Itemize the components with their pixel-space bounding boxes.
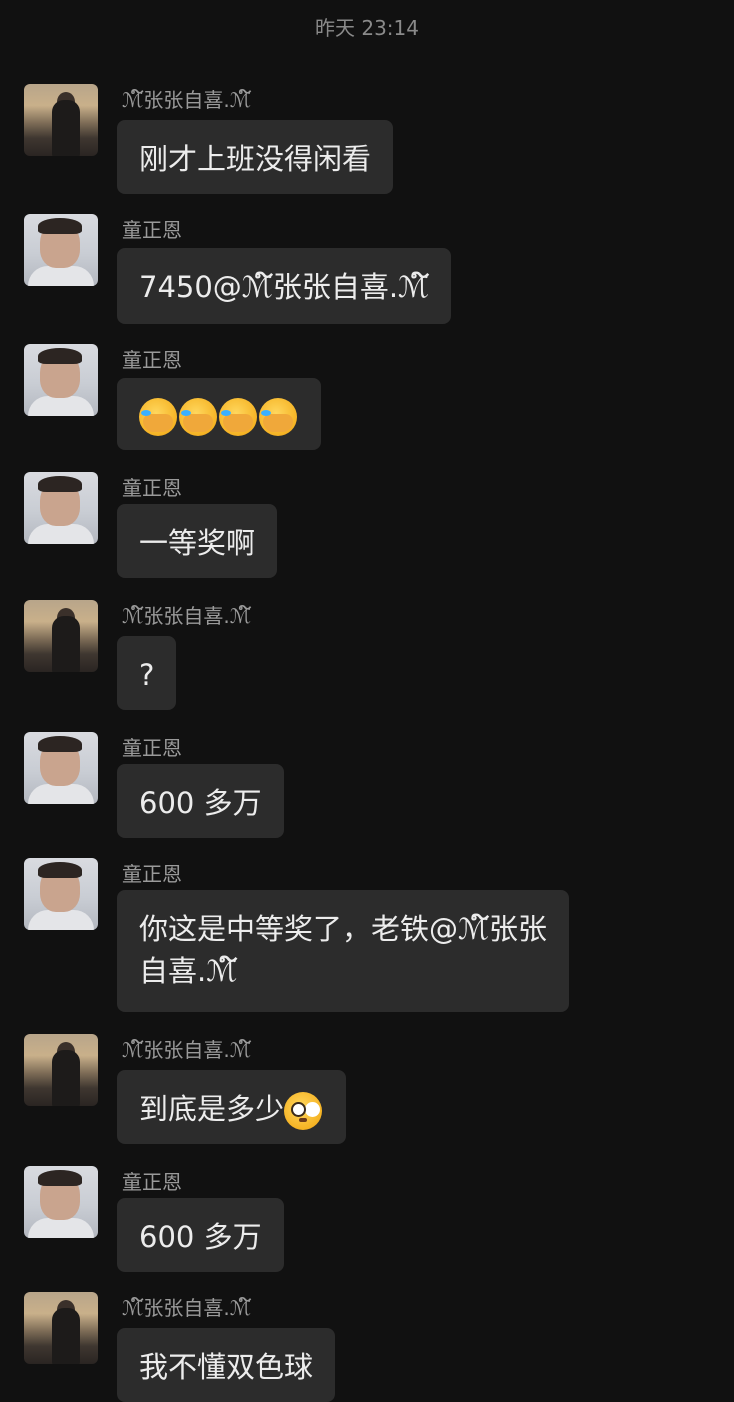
facepalm-emoji (179, 398, 217, 436)
message-text: 600 多万 (139, 786, 262, 820)
avatar[interactable] (24, 344, 98, 416)
avatar[interactable] (24, 1166, 98, 1238)
sender-name: ℳ໌张张自喜.ℳ໌ (122, 1296, 252, 1320)
facepalm-emoji (259, 398, 297, 436)
message-text-line2: 自喜.ℳ໌ (139, 954, 238, 988)
message-bubble[interactable] (117, 378, 321, 450)
avatar[interactable] (24, 472, 98, 544)
avatar[interactable] (24, 600, 98, 672)
timestamp: 昨天 23:14 (315, 16, 419, 40)
message-text: ? (139, 658, 155, 692)
message-bubble[interactable]: 600 多万 (117, 764, 284, 838)
sender-name: 童正恩 (122, 348, 182, 372)
sender-name: ℳ໌张张自喜.ℳ໌ (122, 604, 252, 628)
message-text: 7450@ℳ໌张张自喜.ℳ໌ (139, 270, 430, 304)
flushed-emoji (284, 1092, 323, 1130)
facepalm-emoji (219, 398, 257, 436)
sender-name: ℳ໌张张自喜.ℳ໌ (122, 88, 252, 112)
message-bubble[interactable]: 你这是中等奖了，老铁@ℳ໌张张 自喜.ℳ໌ (117, 890, 570, 1012)
message-bubble[interactable]: 600 多万 (117, 1198, 284, 1272)
sender-name: 童正恩 (122, 1170, 182, 1194)
sender-name: 童正恩 (122, 736, 182, 760)
avatar[interactable] (24, 732, 98, 804)
message-bubble[interactable]: 我不懂双色球 (117, 1328, 336, 1402)
avatar[interactable] (24, 214, 98, 286)
sender-name: 童正恩 (122, 862, 182, 886)
avatar[interactable] (24, 858, 98, 930)
avatar[interactable] (24, 84, 98, 156)
message-bubble[interactable]: 到底是多少 (117, 1070, 347, 1144)
avatar[interactable] (24, 1292, 98, 1364)
message-text: 600 多万 (139, 1220, 262, 1254)
message-bubble[interactable]: 刚才上班没得闲看 (117, 120, 394, 194)
sender-name: ℳ໌张张自喜.ℳ໌ (122, 1038, 252, 1062)
message-text: 我不懂双色球 (139, 1350, 314, 1384)
avatar[interactable] (24, 1034, 98, 1106)
facepalm-emoji (139, 398, 177, 436)
message-text: 你这是中等奖了，老铁@ℳ໌张张 (139, 912, 548, 946)
message-bubble[interactable]: ? (117, 636, 177, 710)
sender-name: 童正恩 (122, 218, 182, 242)
message-text: 刚才上班没得闲看 (139, 142, 372, 176)
message-bubble[interactable]: 7450@ℳ໌张张自喜.ℳ໌ (117, 248, 452, 324)
message-text: 到底是多少 (139, 1092, 285, 1126)
message-bubble[interactable]: 一等奖啊 (117, 504, 278, 578)
message-text: 一等奖啊 (139, 526, 256, 560)
sender-name: 童正恩 (122, 476, 182, 500)
